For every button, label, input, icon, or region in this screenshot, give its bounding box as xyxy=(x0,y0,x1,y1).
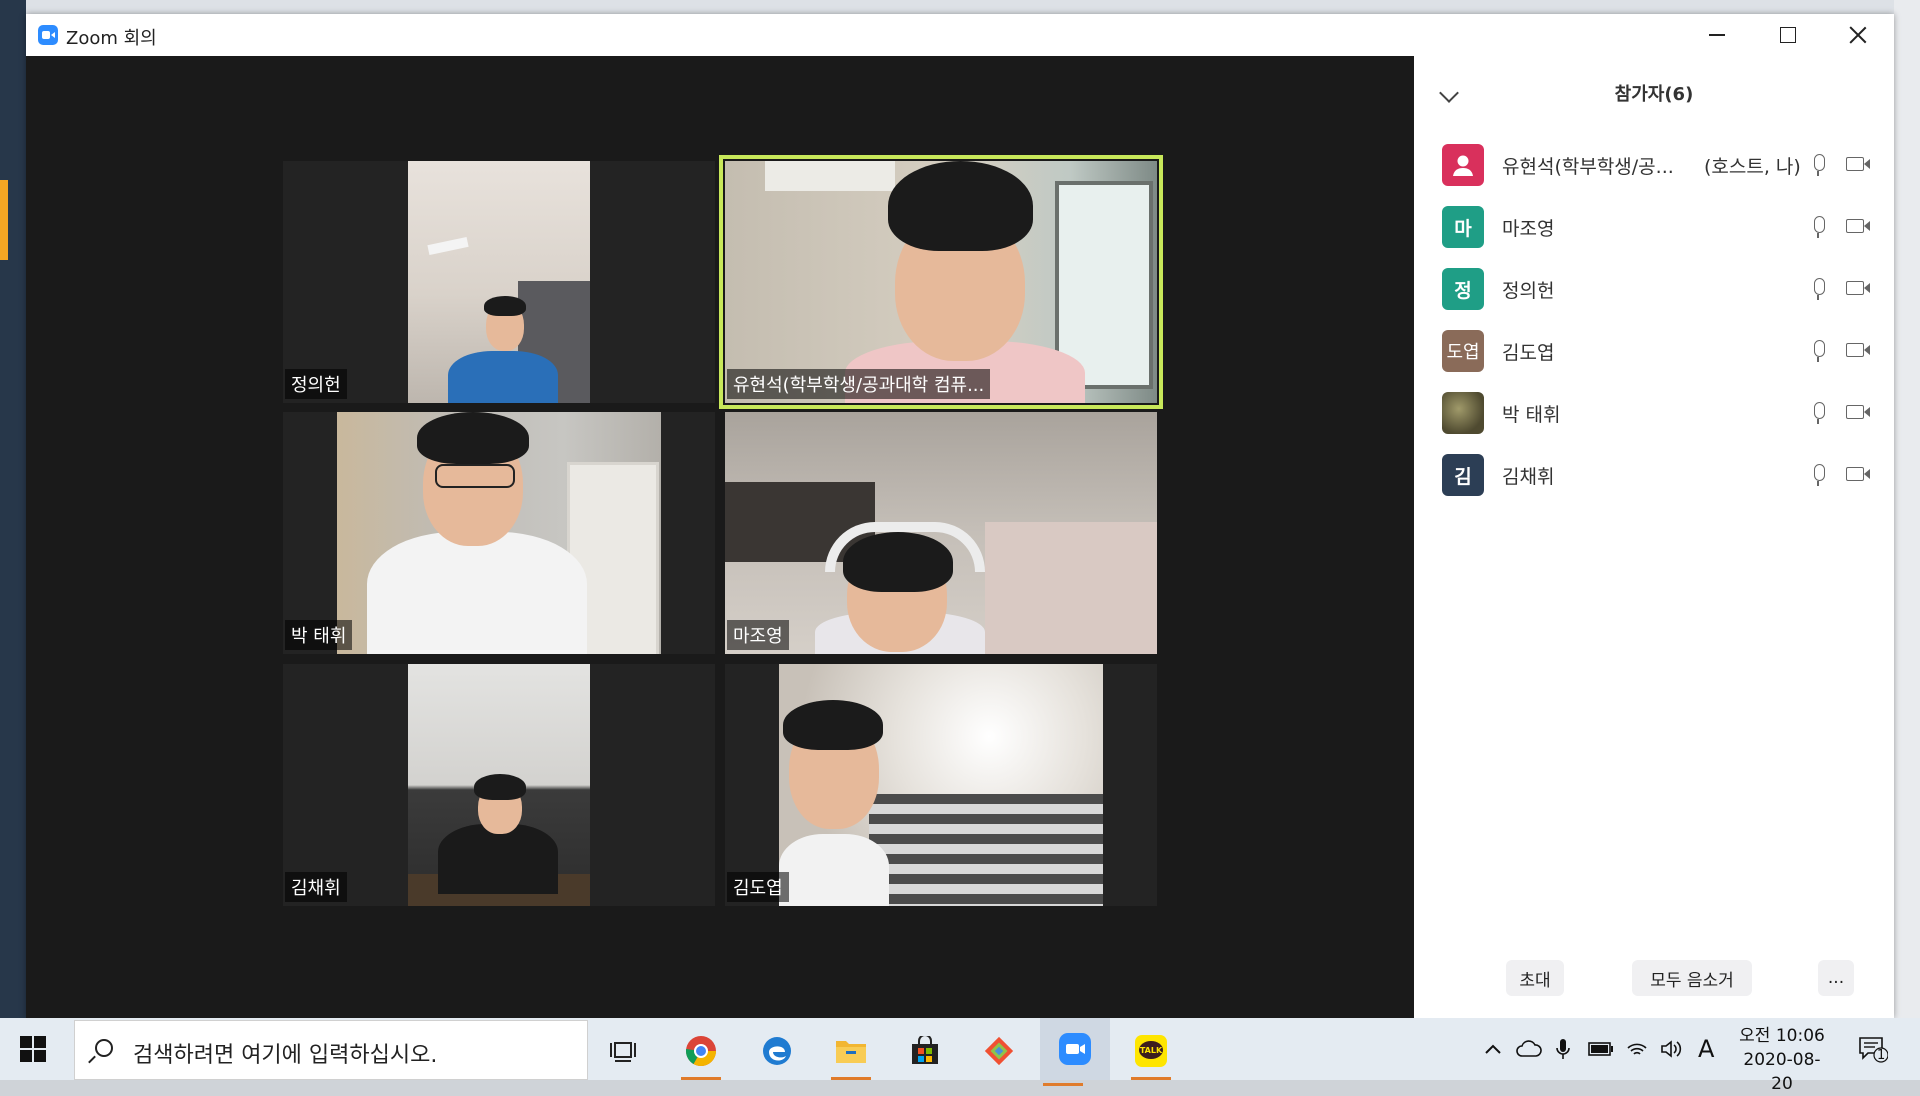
participant-name: 마조영 xyxy=(1502,218,1555,240)
svg-text:TALK: TALK xyxy=(1140,1046,1163,1055)
video-feed xyxy=(779,664,1103,906)
participants-panel: 참가자(6) 유현석(학부학생/공... (호스트, 나) 마 마조영 정 정의… xyxy=(1414,56,1894,1018)
microsoft-store-icon[interactable] xyxy=(902,1028,948,1074)
participant-name: 김도엽 xyxy=(1502,342,1555,364)
maximize-icon xyxy=(1780,27,1796,43)
file-explorer-icon[interactable] xyxy=(828,1028,874,1080)
wifi-icon[interactable] xyxy=(1626,1018,1648,1080)
input-method-indicator[interactable]: A xyxy=(1698,1018,1714,1080)
participant-row[interactable]: 정 정의헌 xyxy=(1414,258,1894,320)
participant-row[interactable]: 김 김채휘 xyxy=(1414,444,1894,506)
invite-button[interactable]: 초대 xyxy=(1506,960,1564,996)
task-view-icon[interactable] xyxy=(600,1028,646,1074)
mute-all-button[interactable]: 모두 음소거 xyxy=(1632,960,1752,996)
microphone-icon[interactable] xyxy=(1814,464,1825,486)
participant-name: 김채휘 xyxy=(1502,466,1555,488)
microphone-icon[interactable] xyxy=(1814,278,1825,300)
video-gallery: 정의헌 유현석(학부학생/공과대학 컴퓨... 박 태휘 마조영 김채휘 김도엽 xyxy=(26,56,1414,1018)
search-icon xyxy=(95,1039,113,1057)
video-camera-icon[interactable] xyxy=(1846,219,1870,233)
participant-name-label: 마조영 xyxy=(727,620,789,650)
search-placeholder: 검색하려면 여기에 입력하십시오. xyxy=(133,1043,438,1068)
tray-overflow-chevron-up-icon[interactable] xyxy=(1484,1018,1502,1080)
more-options-button[interactable]: ... xyxy=(1818,960,1854,996)
avatar: 김 xyxy=(1442,454,1484,496)
desktop-background-top xyxy=(0,0,1920,14)
avatar: 정 xyxy=(1442,268,1484,310)
system-clock[interactable]: 오전 10:06 2020-08-20 xyxy=(1734,1024,1830,1096)
window-title: Zoom 회의 xyxy=(66,28,157,49)
avatar xyxy=(1442,144,1484,186)
participants-panel-title: 참가자(6) xyxy=(1614,84,1694,105)
clock-period: 오전 xyxy=(1739,1026,1771,1046)
participant-name-label: 김채휘 xyxy=(285,872,347,902)
zoom-taskbar-icon[interactable] xyxy=(1040,1018,1110,1086)
participant-row[interactable]: 도엽 김도엽 xyxy=(1414,320,1894,382)
clock-date: 2020-08-20 xyxy=(1743,1050,1821,1094)
taskbar-search-box[interactable]: 검색하려면 여기에 입력하십시오. xyxy=(74,1020,588,1080)
background-app-accent xyxy=(0,180,8,260)
video-feed xyxy=(337,412,661,654)
participant-role: (호스트, 나) xyxy=(1704,156,1801,178)
participant-name: 박 태휘 xyxy=(1502,404,1561,426)
window-titlebar[interactable]: Zoom 회의 xyxy=(26,14,1894,56)
video-feed xyxy=(725,161,1157,403)
close-button[interactable] xyxy=(1823,14,1893,56)
video-tile[interactable]: 정의헌 xyxy=(283,161,715,403)
video-camera-icon[interactable] xyxy=(1846,405,1870,419)
avatar-photo xyxy=(1442,392,1484,434)
kakaotalk-icon[interactable]: TALK xyxy=(1128,1028,1174,1080)
video-camera-icon[interactable] xyxy=(1846,281,1870,295)
windows-start-icon[interactable] xyxy=(20,1036,46,1062)
microphone-tray-icon[interactable] xyxy=(1556,1018,1570,1080)
microphone-icon[interactable] xyxy=(1814,154,1825,176)
video-tile[interactable]: 김도엽 xyxy=(725,664,1157,906)
clock-time: 10:06 xyxy=(1775,1026,1825,1046)
participant-row[interactable]: 유현석(학부학생/공... (호스트, 나) xyxy=(1414,134,1894,196)
windows-taskbar: 검색하려면 여기에 입력하십시오. TALK A 오전 10:06 2020-0… xyxy=(0,1018,1920,1094)
video-tile[interactable]: 마조영 xyxy=(725,412,1157,654)
battery-icon[interactable] xyxy=(1588,1018,1614,1080)
background-app-sidebar xyxy=(0,0,26,1018)
minimize-button[interactable] xyxy=(1682,14,1752,56)
participant-name: 유현석(학부학생/공... xyxy=(1502,156,1674,178)
participant-row[interactable]: 마 마조영 xyxy=(1414,196,1894,258)
avatar: 도엽 xyxy=(1442,330,1484,372)
background-app-edge xyxy=(1894,0,1920,1018)
microphone-icon[interactable] xyxy=(1814,402,1825,424)
video-camera-icon[interactable] xyxy=(1846,343,1870,357)
participant-name-label: 김도엽 xyxy=(727,872,789,902)
default-user-icon xyxy=(1453,155,1473,176)
volume-icon[interactable] xyxy=(1660,1018,1684,1080)
video-camera-icon[interactable] xyxy=(1846,157,1870,171)
edge-icon[interactable] xyxy=(754,1028,800,1074)
video-feed xyxy=(408,664,590,906)
video-camera-icon[interactable] xyxy=(1846,467,1870,481)
git-icon[interactable] xyxy=(976,1028,1022,1074)
video-tile[interactable]: 박 태휘 xyxy=(283,412,715,654)
minimize-icon xyxy=(1709,34,1725,36)
participant-name-label: 유현석(학부학생/공과대학 컴퓨... xyxy=(727,369,991,399)
video-feed xyxy=(408,161,590,403)
onedrive-cloud-icon[interactable] xyxy=(1516,1018,1542,1080)
video-tile[interactable]: 김채휘 xyxy=(283,664,715,906)
zoom-meeting-window: Zoom 회의 정의헌 유현석(학부학생/공과대학 컴퓨... 박 태휘 마조영… xyxy=(26,14,1894,1018)
notification-count: 1 xyxy=(1877,1048,1886,1063)
microphone-icon[interactable] xyxy=(1814,340,1825,362)
participant-row[interactable]: 박 태휘 xyxy=(1414,382,1894,444)
participant-name: 정의헌 xyxy=(1502,280,1555,302)
video-feed xyxy=(725,412,1157,654)
participant-name-label: 정의헌 xyxy=(285,369,347,399)
video-tile-active-speaker[interactable]: 유현석(학부학생/공과대학 컴퓨... xyxy=(719,155,1163,409)
notification-center-icon[interactable]: 1 xyxy=(1858,1018,1888,1080)
maximize-button[interactable] xyxy=(1753,14,1823,56)
close-icon xyxy=(1849,26,1867,44)
zoom-app-icon xyxy=(38,25,58,45)
participant-name-label: 박 태휘 xyxy=(285,620,353,650)
microphone-icon[interactable] xyxy=(1814,216,1825,238)
chrome-icon[interactable] xyxy=(678,1028,724,1080)
avatar: 마 xyxy=(1442,206,1484,248)
